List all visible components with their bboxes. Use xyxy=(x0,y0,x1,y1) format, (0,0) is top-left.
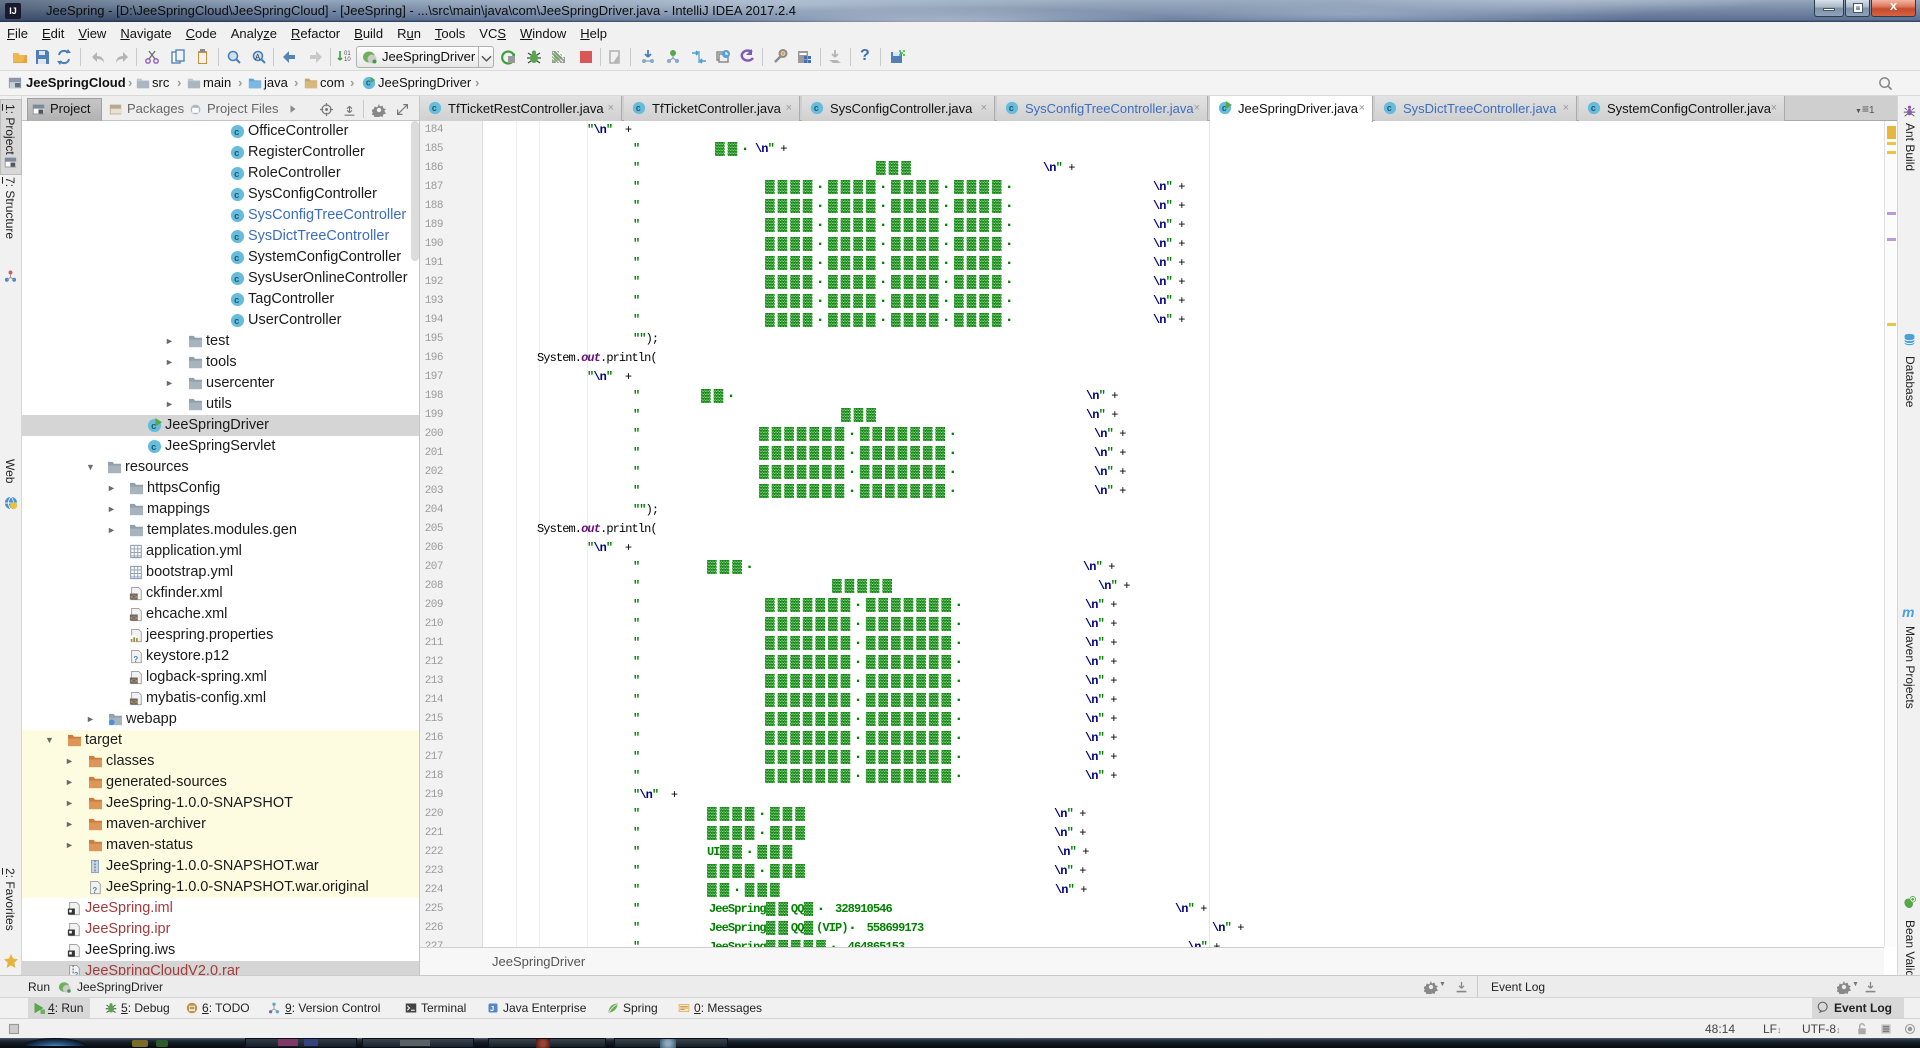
svg-text:c: c xyxy=(234,253,239,263)
svg-text:c: c xyxy=(636,103,641,113)
svg-text:10: 10 xyxy=(344,57,351,63)
svg-text:c: c xyxy=(366,78,371,88)
svg-text:<>: <> xyxy=(130,615,138,622)
svg-text:c: c xyxy=(234,190,239,200)
svg-text:c: c xyxy=(1591,103,1596,113)
svg-text:c: c xyxy=(234,169,239,179)
svg-text:c: c xyxy=(234,295,239,305)
svg-text:<>: <> xyxy=(130,699,138,706)
svg-text:c: c xyxy=(151,442,156,452)
svg-text:?: ? xyxy=(133,655,138,664)
svg-text:c: c xyxy=(1009,103,1014,113)
svg-text:c: c xyxy=(234,127,239,137)
svg-text:c: c xyxy=(234,316,239,326)
svg-text:J: J xyxy=(490,1004,494,1013)
svg-text:c: c xyxy=(432,103,437,113)
svg-text:c: c xyxy=(234,232,239,242)
svg-text:<>: <> xyxy=(130,594,138,601)
svg-text:c: c xyxy=(234,211,239,221)
svg-text:A: A xyxy=(255,53,261,62)
svg-text:c: c xyxy=(234,274,239,284)
svg-text:c: c xyxy=(1387,103,1392,113)
svg-text:c: c xyxy=(814,103,819,113)
svg-text:?: ? xyxy=(92,886,97,895)
svg-text:c: c xyxy=(234,148,239,158)
svg-text:<>: <> xyxy=(130,678,138,685)
